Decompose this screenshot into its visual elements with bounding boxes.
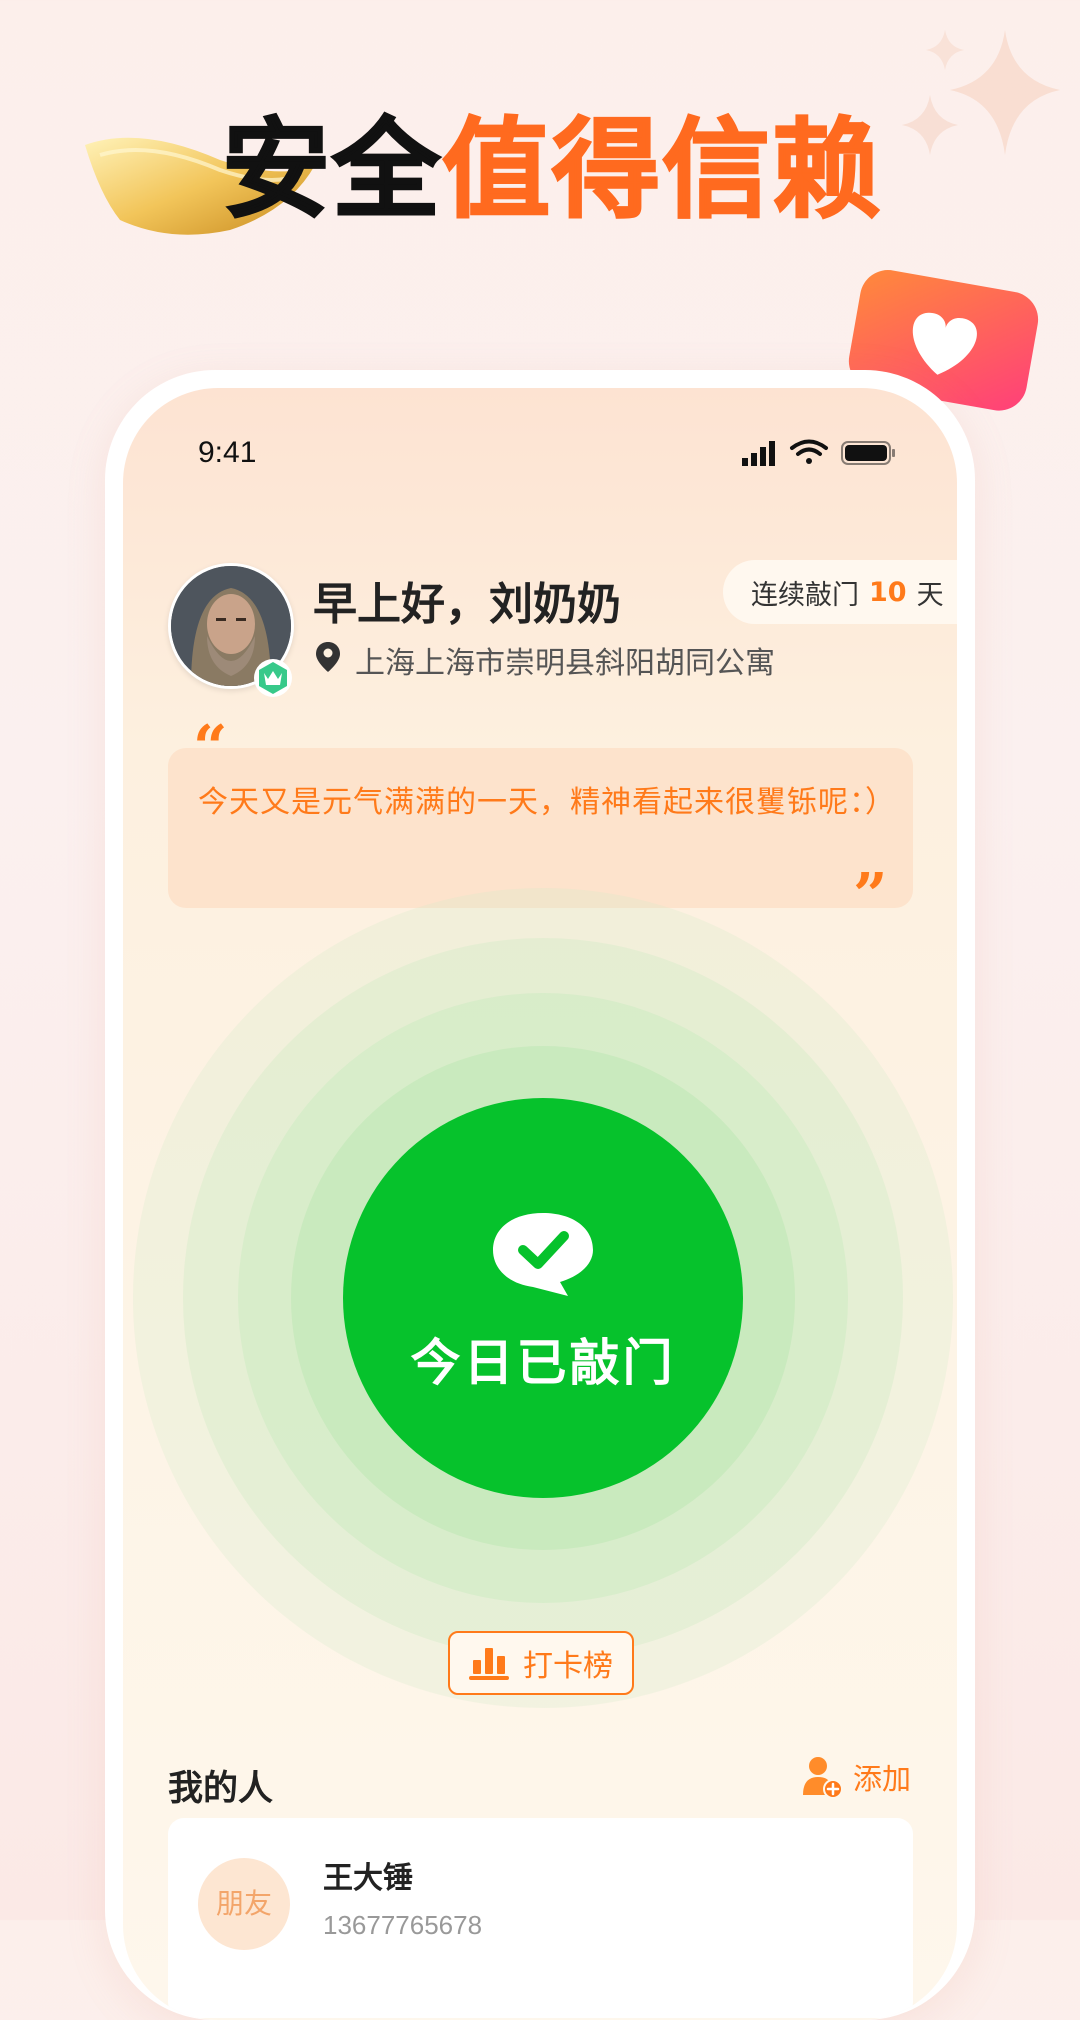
greeting: 早上好，刘奶奶 [313, 579, 621, 630]
headline: 安全值得信赖 [221, 110, 882, 231]
bar-chart-icon [469, 1648, 509, 1680]
signal-icon [742, 441, 775, 466]
status-icons [742, 439, 895, 466]
crown-badge-icon [254, 659, 292, 697]
streak-prefix: 连续敲门 [751, 579, 859, 611]
contact-phone: 13677765678 [323, 1910, 483, 1940]
wifi-icon [790, 439, 828, 464]
quote-box: 今天又是元气满满的一天，精神看起来很矍铄呢：） [168, 748, 913, 908]
battery-icon [841, 441, 895, 465]
location-text: 上海上海市崇明县斜阳胡同公寓 [355, 646, 775, 681]
quote-text: 今天又是元气满满的一天，精神看起来很矍铄呢：） [198, 785, 896, 820]
location-pin-icon [316, 642, 340, 672]
my-people-title: 我的人 [168, 1769, 274, 1809]
phone-screen: 9:41 早上好，刘奶奶 上海上海市崇明县斜阳胡同公寓 连续敲门 10 天 今天… [123, 388, 957, 2020]
knock-button[interactable]: 今日已敲门 [343, 1098, 743, 1498]
close-quote-icon: ” [853, 861, 888, 931]
ranking-label: 打卡榜 [523, 1649, 613, 1684]
ranking-button[interactable]: 打卡榜 [448, 1631, 634, 1695]
add-person-button[interactable]: 添加 [801, 1751, 911, 1803]
knock-label: 今日已敲门 [410, 1334, 676, 1392]
headline-part2: 值得信赖 [441, 108, 883, 233]
status-time: 9:41 [198, 436, 257, 469]
sparkle-icon [902, 30, 1060, 155]
phone-mockup: 9:41 早上好，刘奶奶 上海上海市崇明县斜阳胡同公寓 连续敲门 10 天 今天… [105, 370, 975, 2020]
contact-card[interactable]: 朋友 王大锤 13677765678 [168, 1818, 913, 2018]
add-label: 添加 [853, 1762, 912, 1796]
headline-part1: 安全 [221, 108, 443, 233]
contact-name: 王大锤 [323, 1861, 413, 1896]
streak-suffix: 天 [916, 579, 944, 611]
open-quote-icon: “ [193, 713, 228, 783]
check-message-icon [493, 1213, 593, 1296]
add-user-icon [803, 1757, 843, 1799]
relation-avatar: 朋友 [198, 1858, 290, 1950]
streak-badge: 连续敲门 10 天 [723, 560, 957, 624]
streak-count: 10 [869, 576, 907, 608]
